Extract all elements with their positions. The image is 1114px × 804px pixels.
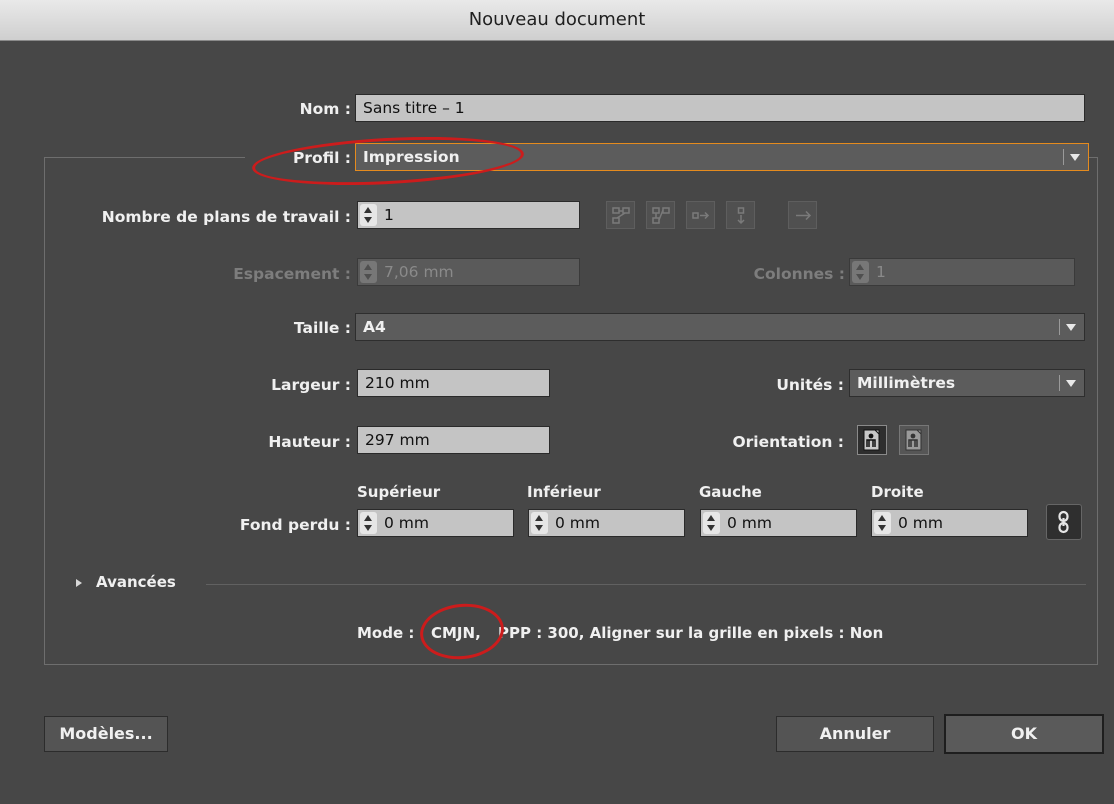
disclosure-triangle-icon (76, 579, 82, 587)
chain-link-icon[interactable] (1046, 504, 1082, 540)
bleed-top-value: 0 mm (384, 514, 429, 532)
name-label: Nom : (299, 100, 351, 118)
grid-by-column-icon[interactable] (646, 201, 675, 229)
bleed-right-value: 0 mm (898, 514, 943, 532)
bleed-top-label: Supérieur (357, 483, 441, 501)
landscape-orientation-icon[interactable] (899, 425, 929, 455)
ok-button[interactable]: OK (944, 714, 1104, 754)
bleed-left-stepper[interactable]: 0 mm (700, 509, 857, 537)
bleed-bottom-label: Inférieur (527, 483, 601, 501)
arrange-by-row-icon[interactable] (686, 201, 715, 229)
bleed-right-label: Droite (871, 483, 924, 501)
window-title: Nouveau document (468, 9, 646, 30)
height-label: Hauteur : (268, 433, 351, 451)
bleed-bottom-value: 0 mm (555, 514, 600, 532)
advanced-disclosure[interactable]: Avancées (76, 573, 196, 595)
artboards-count-value: 1 (384, 206, 394, 224)
width-value: 210 mm (365, 374, 430, 392)
summary-mode-label: Mode : (357, 624, 415, 642)
columns-stepper[interactable]: 1 (849, 258, 1075, 286)
advanced-label: Avancées (96, 573, 176, 591)
dropdown-arrow-icon (1070, 154, 1080, 161)
ok-button-label: OK (1011, 724, 1037, 743)
dropdown-arrow-icon (1066, 324, 1076, 331)
arrange-by-column-icon[interactable] (726, 201, 755, 229)
stepper-arrows-icon[interactable] (531, 512, 548, 534)
bleed-label: Fond perdu : (239, 516, 351, 534)
spacing-stepper[interactable]: 7,06 mm (357, 258, 580, 286)
stepper-arrows-icon[interactable] (360, 204, 377, 226)
dropdown-separator (1059, 319, 1060, 335)
dropdown-separator (1063, 149, 1064, 165)
units-value: Millimètres (857, 374, 956, 392)
stepper-arrows-icon[interactable] (360, 261, 377, 283)
artboards-label: Nombre de plans de travail : (101, 208, 351, 226)
grid-by-row-icon[interactable] (606, 201, 635, 229)
dropdown-arrow-icon (1066, 380, 1076, 387)
columns-value: 1 (876, 263, 886, 281)
title-bar: Nouveau document (0, 0, 1114, 41)
stepper-arrows-icon[interactable] (852, 261, 869, 283)
document-settings-group (44, 157, 1098, 665)
bleed-top-stepper[interactable]: 0 mm (357, 509, 514, 537)
size-value: A4 (363, 318, 386, 336)
templates-button-label: Modèles... (59, 724, 153, 743)
orientation-label: Orientation : (732, 433, 844, 451)
size-label: Taille : (293, 319, 351, 337)
new-document-dialog: Nouveau document Nom : Sans titre – 1 Pr… (0, 0, 1114, 804)
stepper-arrows-icon[interactable] (360, 512, 377, 534)
stepper-arrows-icon[interactable] (874, 512, 891, 534)
height-field[interactable]: 297 mm (357, 426, 550, 454)
bleed-bottom-stepper[interactable]: 0 mm (528, 509, 685, 537)
summary-details: PPP : 300, Aligner sur la grille en pixe… (498, 624, 884, 642)
height-value: 297 mm (365, 431, 430, 449)
size-select[interactable]: A4 (355, 313, 1085, 341)
units-select[interactable]: Millimètres (849, 369, 1085, 397)
spacing-label: Espacement : (233, 265, 351, 283)
cancel-button-label: Annuler (819, 724, 891, 743)
name-value: Sans titre – 1 (363, 99, 465, 117)
right-to-left-icon[interactable] (788, 201, 817, 229)
bleed-left-value: 0 mm (727, 514, 772, 532)
advanced-divider (206, 584, 1086, 585)
columns-label: Colonnes : (753, 265, 845, 283)
cancel-button[interactable]: Annuler (776, 716, 934, 752)
spacing-value: 7,06 mm (384, 263, 454, 281)
width-field[interactable]: 210 mm (357, 369, 550, 397)
units-label: Unités : (776, 376, 844, 394)
bleed-left-label: Gauche (699, 483, 762, 501)
templates-button[interactable]: Modèles... (44, 716, 168, 752)
stepper-arrows-icon[interactable] (703, 512, 720, 534)
artboards-count-stepper[interactable]: 1 (357, 201, 580, 229)
width-label: Largeur : (271, 376, 351, 394)
portrait-orientation-icon[interactable] (857, 425, 887, 455)
name-field[interactable]: Sans titre – 1 (355, 94, 1085, 122)
dropdown-separator (1059, 375, 1060, 391)
bleed-right-stepper[interactable]: 0 mm (871, 509, 1028, 537)
